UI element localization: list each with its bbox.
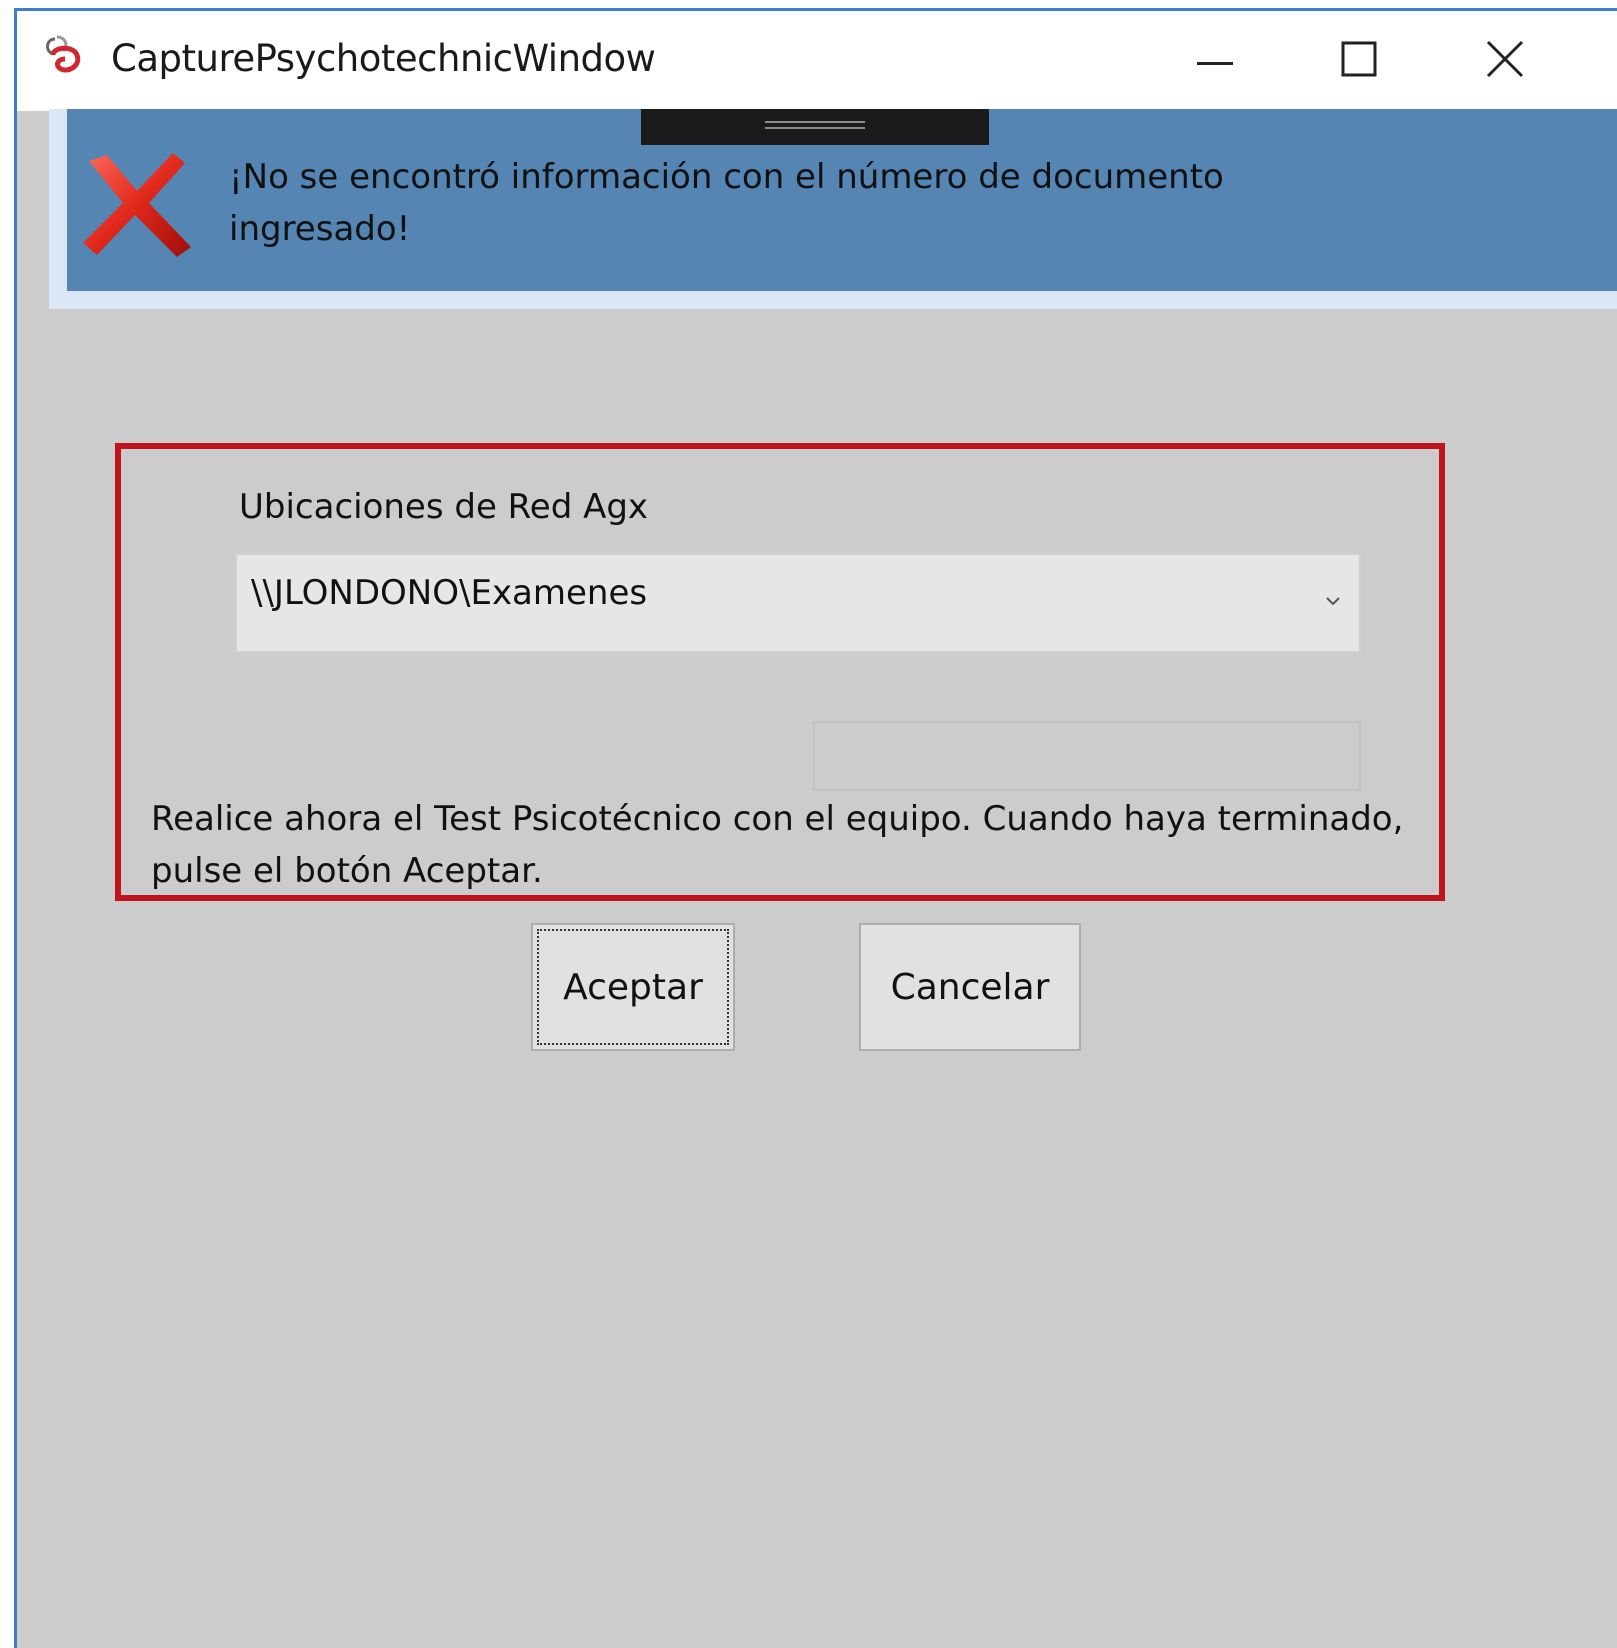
network-location-dropdown[interactable]: \\JLONDONO\Examenes [235,553,1361,653]
title-bar[interactable]: CapturePsychotechnicWindow [17,11,1617,111]
error-x-icon [77,151,195,259]
drag-handle[interactable] [641,109,989,145]
drag-handle-line [765,121,865,123]
notification-message: ¡No se encontró información con el númer… [229,157,1224,249]
window-title: CapturePsychotechnicWindow [111,37,656,80]
disabled-text-field[interactable] [813,721,1361,791]
network-locations-label: Ubicaciones de Red Agx [239,487,649,527]
notification-panel: ¡No se encontró información con el númer… [67,109,1617,291]
app-logo-icon [43,33,83,81]
minimize-icon [1197,52,1233,71]
minimize-button[interactable] [1145,11,1285,111]
close-icon [1486,40,1524,82]
test-instructions: Realice ahora el Test Psicotécnico con e… [151,799,1404,891]
cancel-button[interactable]: Cancelar [859,923,1081,1051]
notification-banner: ¡No se encontró información con el númer… [49,109,1617,309]
chevron-down-icon[interactable] [1323,591,1343,611]
network-location-section: Ubicaciones de Red Agx \\JLONDONO\Examen… [115,443,1445,901]
maximize-button[interactable] [1289,11,1429,111]
close-button[interactable] [1435,11,1575,111]
maximize-icon [1341,41,1377,81]
capture-psychotechnic-window: CapturePsychotechnicWindow ¡No se encont… [14,8,1617,1648]
dropdown-selected-value: \\JLONDONO\Examenes [251,573,648,613]
drag-handle-line [765,127,865,129]
accept-button[interactable]: Aceptar [531,923,735,1051]
